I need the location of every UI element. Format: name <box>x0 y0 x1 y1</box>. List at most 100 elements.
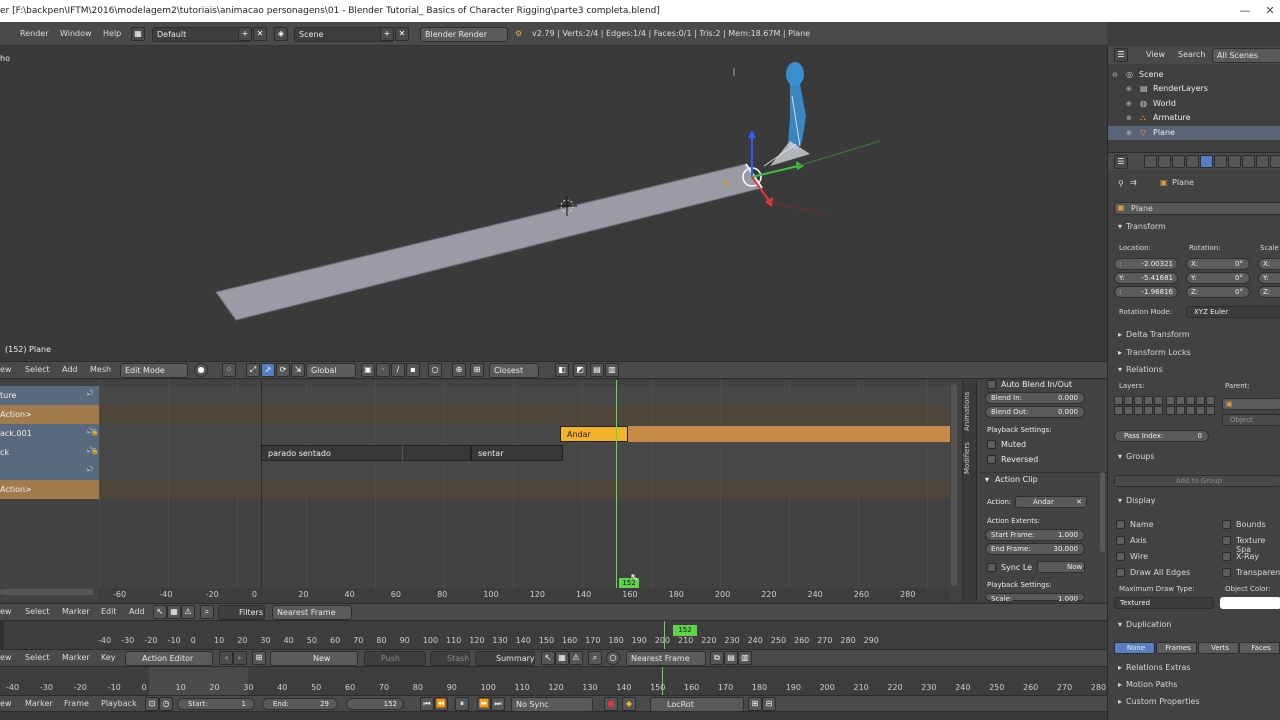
outliner-item-world[interactable]: ⊕ ◍ World <box>1108 97 1280 111</box>
nla-track-4[interactable] <box>0 462 99 481</box>
nla-track-area-4[interactable] <box>99 462 950 481</box>
outliner-item-scene[interactable]: ⊖ ◎ Scene <box>1108 68 1280 82</box>
translate-icon[interactable]: ↗ <box>261 363 275 377</box>
nla-sidebar-scrollbar[interactable] <box>1100 472 1105 552</box>
viewport-menu-view[interactable]: ew <box>0 363 11 377</box>
display-left-checkbox-2[interactable] <box>1116 552 1125 561</box>
add-scene-icon[interactable]: + <box>380 27 394 41</box>
shading-icon[interactable]: ● <box>194 363 208 377</box>
snap-toggle-icon[interactable]: ⊕ <box>452 363 466 377</box>
ds-only-selected-icon[interactable]: ↖ <box>541 651 555 665</box>
timeline-frame-cursor[interactable] <box>662 667 663 695</box>
clear-action-icon[interactable]: ✕ <box>1076 497 1082 507</box>
strip-sentar[interactable]: sentar <box>471 445 563 461</box>
properties-tab-9-icon[interactable] <box>1270 155 1280 168</box>
edge-select-icon[interactable]: / <box>391 363 405 377</box>
duplication-expander-icon[interactable]: ▾ <box>1118 620 1122 629</box>
layer-cell[interactable] <box>1114 396 1123 405</box>
panel-locks-title[interactable]: Transform Locks <box>1126 348 1191 357</box>
duplication-tab-1[interactable]: Frames <box>1156 642 1197 654</box>
duplication-tab-0[interactable]: None <box>1114 642 1155 654</box>
outliner-item-renderlayers[interactable]: ⊕ ▤ RenderLayers <box>1108 82 1280 96</box>
keyframe-type-icon[interactable]: ◆ <box>622 697 636 711</box>
menu-help[interactable]: Help <box>103 22 121 46</box>
properties-tab-3-icon[interactable] <box>1186 155 1199 168</box>
layer-cell[interactable] <box>1114 406 1123 415</box>
tab-animations[interactable]: Animations <box>963 388 977 434</box>
layer-cell[interactable] <box>1166 406 1175 415</box>
only-selected-icon[interactable]: ↖ <box>153 605 167 619</box>
panel-delta-expander-icon[interactable]: ▸ <box>1118 330 1122 339</box>
add-layout-icon[interactable]: + <box>238 27 252 41</box>
viewport-menu-select[interactable]: Select <box>25 363 50 377</box>
rotation-field-2[interactable]: Z: 0° <box>1186 286 1250 298</box>
jump-end-icon[interactable]: ⏭ <box>491 697 505 711</box>
scale-icon[interactable]: ⇲ <box>291 363 305 377</box>
nla-editor[interactable]: ture 🔊 Action> ack.001 🔊 🔒 ck 🔊 🔒 🔊 Action> Andar … <box>0 380 962 601</box>
push-down-button[interactable]: Push Down <box>364 651 426 676</box>
layout-type-icon[interactable]: ▦ <box>131 27 145 41</box>
ds-show-hidden-icon[interactable]: ▦ <box>555 651 569 665</box>
nla-menu-view[interactable]: ew <box>0 605 11 619</box>
properties-editor-icon[interactable]: ☰ <box>1114 155 1128 169</box>
ds-menu-marker[interactable]: Marker <box>62 651 90 665</box>
custom-props-panel-title[interactable]: Custom Properties <box>1126 697 1200 706</box>
scale-field-1[interactable]: Y: <box>1258 272 1280 284</box>
speaker-icon[interactable]: 🔊 <box>86 466 93 473</box>
ds-menu-view[interactable]: ew <box>0 651 11 665</box>
properties-tab-1-icon[interactable] <box>1158 155 1171 168</box>
expand-icon[interactable]: ⊕ <box>1126 111 1132 125</box>
blend-out-field[interactable]: Blend Out: 0.000 <box>985 406 1085 418</box>
keying-set-dropdown[interactable]: LocRot <box>650 697 744 712</box>
pin-icon[interactable]: ⚲ <box>1118 179 1124 188</box>
end-frame-field[interactable]: End Frame: 30.000 <box>985 543 1085 555</box>
rotation-field-1[interactable]: Y: 0° <box>1186 272 1250 284</box>
face-select-icon[interactable]: ▪ <box>406 363 420 377</box>
expand-icon[interactable]: ⊖ <box>1112 68 1118 82</box>
layer-cell[interactable] <box>1176 396 1185 405</box>
scene-type-icon[interactable]: ◈ <box>274 27 288 41</box>
object-name-field[interactable]: ▣ Plane <box>1114 202 1280 215</box>
filters-toggle[interactable]: Filters <box>218 605 265 620</box>
properties-tab-5-icon[interactable] <box>1214 155 1227 168</box>
browse-action-icon[interactable]: ⊞ <box>252 651 266 665</box>
nla-track-1[interactable]: Action> <box>0 405 99 424</box>
remove-layout-icon[interactable]: ✕ <box>253 27 267 41</box>
orientation-dropdown[interactable]: Global <box>306 363 356 378</box>
ds-filter-icon[interactable]: ⌕ <box>588 651 602 665</box>
reversed-checkbox[interactable] <box>987 455 996 464</box>
layers-grid-1[interactable] <box>1114 396 1164 415</box>
align-icon[interactable]: ◧ <box>555 363 569 377</box>
ds-paste-flip-icon[interactable]: ▥ <box>738 651 752 665</box>
action-arrow-left-icon[interactable]: ◂ <box>219 651 233 665</box>
action-clip-panel-title[interactable]: Action Clip <box>995 475 1038 484</box>
display-panel-title[interactable]: Display <box>1126 496 1156 505</box>
properties-tab-7-icon[interactable] <box>1242 155 1255 168</box>
properties-tab-0-icon[interactable] <box>1144 155 1157 168</box>
add-to-group-button[interactable]: Add to Group <box>1114 475 1280 487</box>
strip-andar[interactable]: Andar <box>560 426 628 442</box>
transform-panel-title[interactable]: Transform <box>1126 222 1166 231</box>
layer-cell[interactable] <box>1176 406 1185 415</box>
outliner-item-plane[interactable]: ⊕ ▽ Plane <box>1108 126 1280 140</box>
vertex-select-icon[interactable]: · <box>376 363 390 377</box>
start-frame-field[interactable]: Start Frame: 1.000 <box>985 529 1085 541</box>
nla-vscrollbar[interactable] <box>951 384 957 586</box>
end-field[interactable]: End: 29 <box>262 698 338 710</box>
scale-field-2[interactable]: Z: <box>1258 286 1280 298</box>
ds-menu-key[interactable]: Key <box>101 651 116 665</box>
ds-show-errors-icon[interactable]: ⚠ <box>569 651 583 665</box>
tl-menu-frame[interactable]: Frame <box>64 697 89 711</box>
ds-menu-select[interactable]: Select <box>25 651 50 665</box>
layer-cell[interactable] <box>1186 406 1195 415</box>
action-editor[interactable]: -40 -30 -20 -10 0 10 20 30 40 50 60 70 80 90 100 110 120… <box>0 621 1107 649</box>
location-field-0[interactable]: : -2.00321 <box>1114 258 1178 270</box>
nla-frame-cursor[interactable] <box>616 380 617 588</box>
panel-locks-expander-icon[interactable]: ▸ <box>1118 348 1122 357</box>
layer-cell[interactable] <box>1196 396 1205 405</box>
duplication-tab-2[interactable]: Verts <box>1198 642 1239 654</box>
layer-icon[interactable]: ▣ <box>361 363 375 377</box>
3d-viewport[interactable]: ho (152) Plane <box>0 46 1107 362</box>
outliner-editor-icon[interactable]: ☰ <box>1114 48 1128 62</box>
ds-snap-dropdown[interactable]: Nearest Frame <box>626 651 706 666</box>
